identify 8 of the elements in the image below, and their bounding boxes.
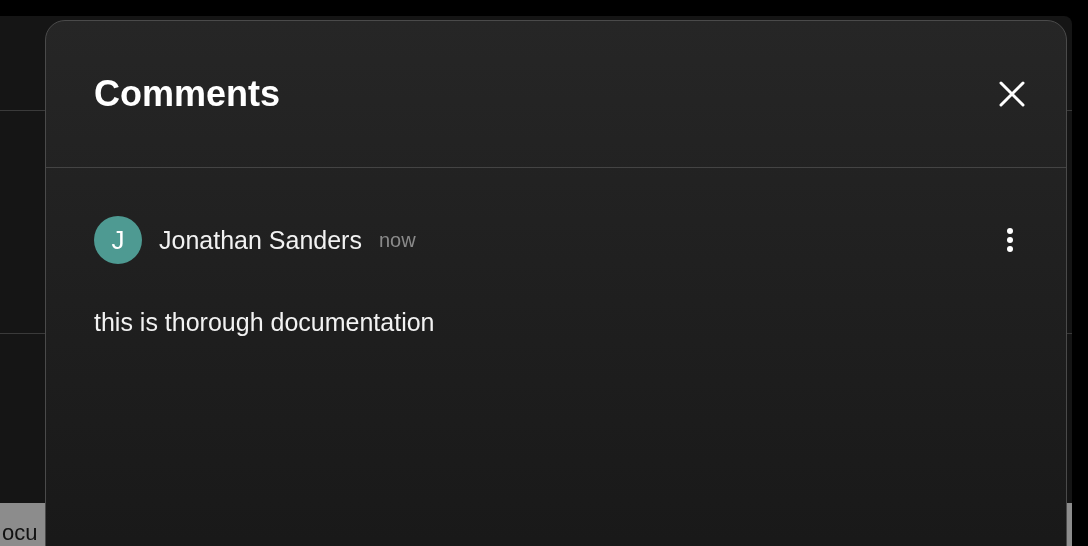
comment-time: now	[378, 228, 416, 252]
footer-text: ocu	[2, 520, 38, 546]
more-icon	[1006, 227, 1014, 253]
author-name: Jonathan Sanders	[159, 225, 362, 255]
dialog-title: Comments	[94, 73, 281, 115]
close-icon	[998, 80, 1026, 108]
comment-text: this is thorough documentation	[94, 308, 436, 337]
avatar: J	[94, 216, 142, 264]
